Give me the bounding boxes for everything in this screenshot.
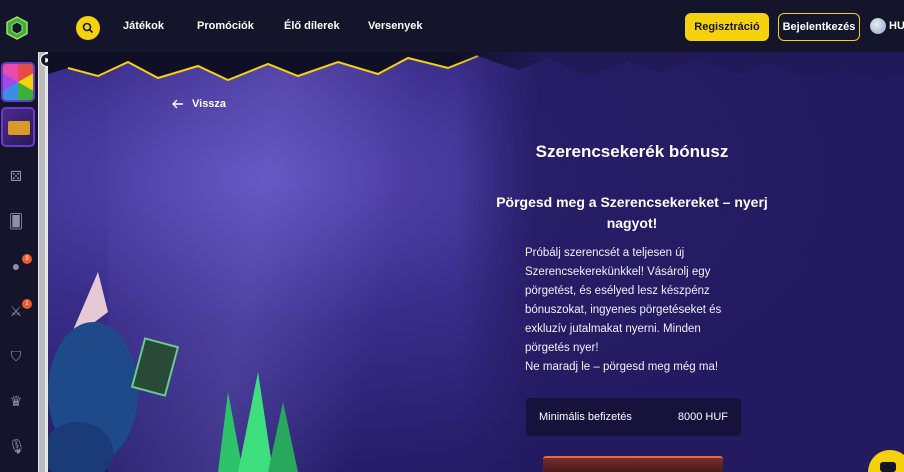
min-deposit-label: Minimális befizetés: [539, 411, 632, 423]
search-button[interactable]: [76, 16, 100, 40]
notification-badge: 1: [22, 299, 32, 309]
register-button[interactable]: Regisztráció: [685, 13, 769, 41]
promo-subtitle: Pörgesd meg a Szerencsekereket – nyerj n…: [496, 194, 768, 231]
treasure-icon: [8, 121, 30, 135]
language-label: HU: [889, 20, 904, 32]
description-line: pörgetés nyer!: [525, 342, 599, 354]
description-line: exkluzív jutalmakat nyerni. Minden: [525, 323, 701, 335]
back-label: Vissza: [192, 98, 227, 110]
notification-badge: 8: [22, 254, 32, 264]
description-line: pörgetést, és esélyed lesz készpénz: [525, 285, 710, 297]
chat-icon: [880, 462, 896, 472]
crown-icon[interactable]: ♛: [8, 393, 24, 409]
min-deposit-box: Minimális befizetés 8000 HUF: [526, 398, 741, 436]
description-line: Ne maradj le – pörgesd meg még ma!: [525, 361, 719, 373]
search-icon: [82, 22, 94, 34]
chest-illustration: [543, 456, 723, 472]
sidebar-item-wheel[interactable]: [1, 62, 35, 102]
sidebar-scrollbar[interactable]: [38, 52, 48, 472]
back-link[interactable]: Vissza: [172, 98, 226, 110]
nav-link-promotions[interactable]: Promóciók: [197, 20, 254, 32]
promo-hero: Vissza Szerencsekerék bónusz Pörgesd meg…: [48, 52, 904, 472]
nav-link-games[interactable]: Játékok: [123, 20, 164, 32]
cards-icon[interactable]: 🂠: [8, 213, 24, 229]
description-line: Szerencsekerekünkkel! Vásárolj egy: [525, 266, 711, 278]
scrollbar-thumb[interactable]: [39, 52, 45, 472]
sidebar-item-treasure[interactable]: [1, 107, 35, 147]
crystals-illustration: [218, 372, 298, 472]
language-selector[interactable]: HU: [870, 18, 904, 34]
elf-character-illustration: [48, 272, 180, 472]
microphone-icon[interactable]: 🎙: [8, 438, 26, 454]
description-line: Próbálj szerencsét a teljesen új: [525, 247, 685, 259]
promo-description: Próbálj szerencsét a teljesen új Szerenc…: [525, 244, 751, 377]
dice-icon[interactable]: ⚄: [8, 168, 24, 184]
nav-link-live-dealers[interactable]: Élő dílerek: [284, 20, 340, 32]
min-deposit-value: 8000 HUF: [677, 411, 728, 423]
nav-link-tournaments[interactable]: Versenyek: [368, 20, 422, 32]
logo-icon[interactable]: [6, 16, 28, 40]
arrow-left-icon: [172, 99, 183, 109]
page-title: Szerencsekerék bónusz: [535, 142, 729, 161]
globe-icon: [870, 18, 886, 34]
shield-icon[interactable]: ⛉: [8, 348, 24, 364]
login-button[interactable]: Bejelentkezés: [778, 13, 860, 41]
top-navigation: Játékok Promóciók Élő dílerek Versenyek …: [0, 0, 904, 52]
description-line: bónuszokat, ingyenes pörgetéseket és: [525, 304, 722, 316]
